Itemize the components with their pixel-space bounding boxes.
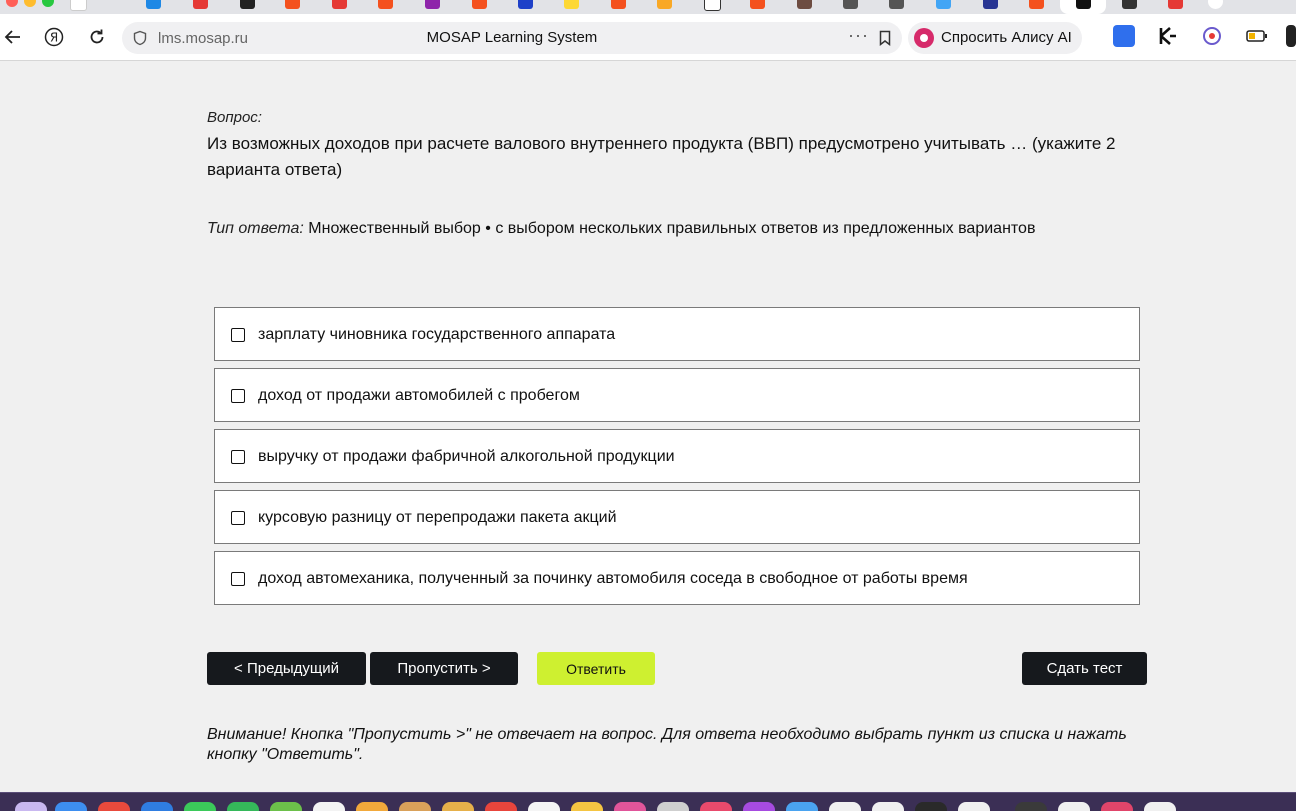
- warning-note: Внимание! Кнопка "Пропустить >" не отвеч…: [207, 726, 1127, 763]
- answer-option[interactable]: доход автомеханика, полученный за починк…: [214, 551, 1140, 605]
- close-window-icon[interactable]: [6, 0, 18, 7]
- browser-tab-strip: [0, 0, 1296, 14]
- submit-test-button[interactable]: Сдать тест: [1022, 652, 1147, 685]
- answer-type-value: Множественный выбор • с выбором нескольк…: [308, 220, 1036, 237]
- tab-favicon[interactable]: [564, 0, 579, 9]
- new-tab-icon[interactable]: [1208, 0, 1223, 9]
- answer-option[interactable]: выручку от продажи фабричной алкогольной…: [214, 429, 1140, 483]
- tab-favicon[interactable]: [70, 0, 87, 11]
- tab-favicon[interactable]: [146, 0, 161, 9]
- reload-icon[interactable]: [84, 24, 110, 50]
- extension-icon[interactable]: [1113, 25, 1135, 47]
- option-checkbox[interactable]: [231, 450, 245, 464]
- dock: [0, 792, 1296, 811]
- answer-button[interactable]: Ответить: [537, 652, 655, 685]
- option-checkbox[interactable]: [231, 389, 245, 403]
- minimize-window-icon[interactable]: [24, 0, 36, 7]
- extension-icon[interactable]: [1201, 25, 1223, 47]
- tab-favicon[interactable]: [657, 0, 672, 9]
- skip-button[interactable]: Пропустить >: [370, 652, 518, 685]
- tab-favicon[interactable]: [193, 0, 208, 9]
- tab-favicon[interactable]: [750, 0, 765, 9]
- bookmark-icon[interactable]: [876, 29, 894, 47]
- answer-options-list: зарплату чиновника государственного аппа…: [214, 307, 1140, 612]
- option-checkbox[interactable]: [231, 572, 245, 586]
- tab-favicon[interactable]: [1122, 0, 1137, 9]
- tab-favicon[interactable]: [1168, 0, 1183, 9]
- tab-favicon[interactable]: [843, 0, 858, 9]
- option-text[interactable]: курсовую разницу от перепродажи пакета а…: [258, 509, 617, 527]
- address-bar[interactable]: lms.mosap.ru MOSAP Learning System ···: [122, 22, 902, 54]
- question-label: Вопрос:: [207, 109, 262, 126]
- tab-favicon[interactable]: [704, 0, 721, 11]
- tab-favicon[interactable]: [889, 0, 904, 9]
- alice-icon: [914, 28, 934, 48]
- option-text[interactable]: выручку от продажи фабричной алкогольной…: [258, 448, 675, 466]
- battery-icon[interactable]: [1245, 25, 1267, 47]
- tab-favicon[interactable]: [240, 0, 255, 9]
- option-checkbox[interactable]: [231, 511, 245, 525]
- yandex-logo-icon[interactable]: Я: [41, 24, 67, 50]
- ask-alice-label: Спросить Алису AI: [941, 29, 1072, 46]
- option-checkbox[interactable]: [231, 328, 245, 342]
- tab-favicon[interactable]: [472, 0, 487, 9]
- extension-k-icon[interactable]: [1157, 25, 1179, 47]
- extension-icon[interactable]: [1286, 25, 1296, 47]
- back-arrow-icon[interactable]: [0, 24, 26, 50]
- previous-button[interactable]: < Предыдущий: [207, 652, 366, 685]
- answer-type: Тип ответа: Множественный выбор • с выбо…: [207, 220, 1035, 238]
- more-icon[interactable]: ···: [848, 25, 869, 46]
- option-text[interactable]: доход автомеханика, полученный за починк…: [258, 570, 968, 588]
- tab-favicon[interactable]: [983, 0, 998, 9]
- tab-favicon[interactable]: [797, 0, 812, 9]
- question-text: Из возможных доходов при расчете валовог…: [207, 134, 1116, 179]
- answer-type-label: Тип ответа:: [207, 220, 304, 237]
- tab-favicon[interactable]: [518, 0, 533, 9]
- tab-favicon[interactable]: [936, 0, 951, 9]
- tab-favicon[interactable]: [611, 0, 626, 9]
- tab-favicon[interactable]: [378, 0, 393, 9]
- svg-text:Я: Я: [50, 31, 58, 45]
- answer-option[interactable]: доход от продажи автомобилей с пробегом: [214, 368, 1140, 422]
- answer-option[interactable]: зарплату чиновника государственного аппа…: [214, 307, 1140, 361]
- option-text[interactable]: зарплату чиновника государственного аппа…: [258, 326, 615, 344]
- ask-alice-button[interactable]: Спросить Алису AI: [908, 22, 1082, 54]
- tab-favicon[interactable]: [1029, 0, 1044, 9]
- tab-favicon[interactable]: [425, 0, 440, 9]
- tab-favicon[interactable]: [285, 0, 300, 9]
- tab-favicon[interactable]: [332, 0, 347, 9]
- option-text[interactable]: доход от продажи автомобилей с пробегом: [258, 387, 580, 405]
- bookmark-icon[interactable]: [1076, 0, 1091, 9]
- answer-option[interactable]: курсовую разницу от перепродажи пакета а…: [214, 490, 1140, 544]
- maximize-window-icon[interactable]: [42, 0, 54, 7]
- page-title: MOSAP Learning System: [426, 29, 598, 46]
- browser-toolbar: Я lms.mosap.ru MOSAP Learning System ···…: [0, 14, 1296, 61]
